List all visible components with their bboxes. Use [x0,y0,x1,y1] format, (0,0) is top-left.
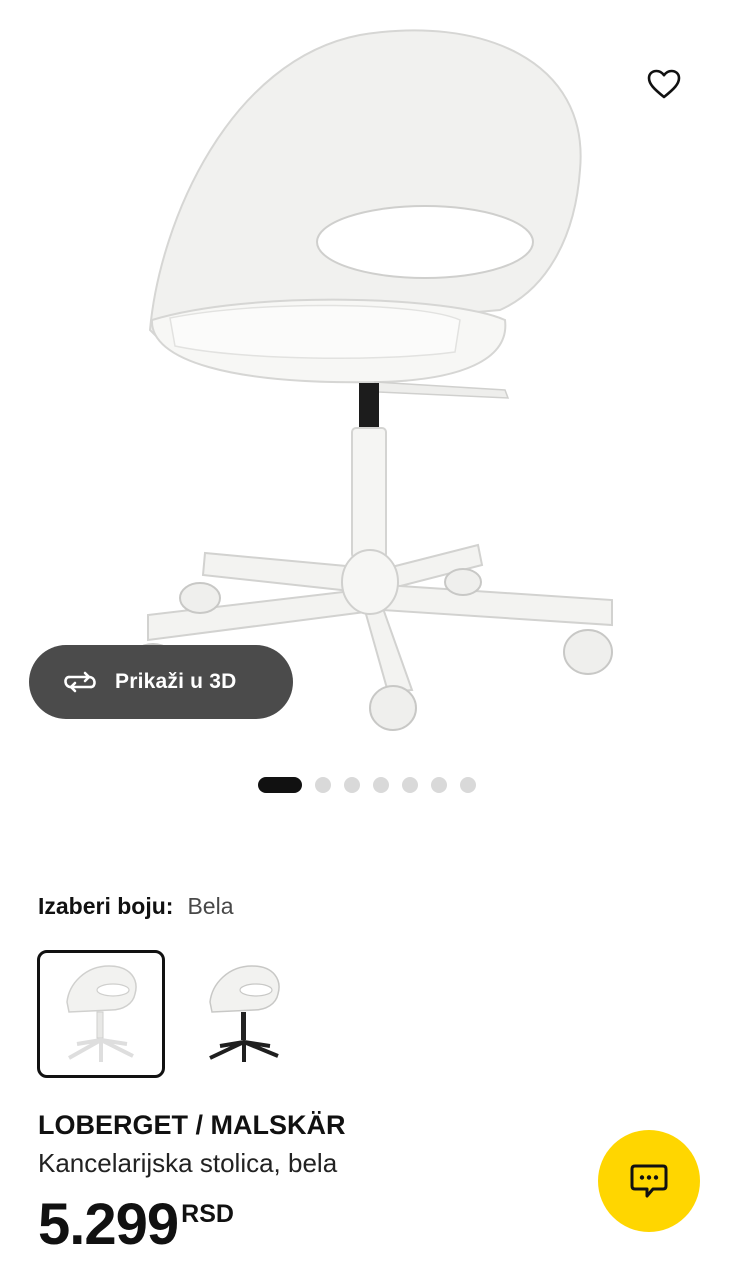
color-selector-label: Izaberi boju: Bela [38,893,234,920]
color-option-white[interactable] [37,950,165,1078]
heart-icon [647,69,681,99]
color-option-black[interactable] [180,950,308,1078]
gallery-dot-4[interactable] [373,777,389,793]
white-chair-thumbnail [66,965,137,1062]
chat-button[interactable] [598,1130,700,1232]
gallery-dot-2[interactable] [315,777,331,793]
product-name: LOBERGET / MALSKÄR [38,1110,346,1140]
view-3d-label: Prikaži u 3D [115,670,237,693]
gallery-dot-1[interactable] [258,777,302,793]
product-gallery[interactable]: Prikaži u 3D [0,0,737,760]
black-chair-thumbnail [209,965,280,1062]
chat-bubble-icon [630,1164,668,1198]
view-3d-button[interactable]: Prikaži u 3D [29,645,293,719]
price-amount: 5.299 [38,1192,179,1257]
gallery-dot-7[interactable] [460,777,476,793]
gallery-pagination[interactable] [258,777,476,793]
price-currency: RSD [181,1200,234,1228]
color-label: Izaberi boju: [38,893,174,919]
favorite-button[interactable] [636,56,692,112]
gallery-dot-6[interactable] [431,777,447,793]
gallery-dot-5[interactable] [402,777,418,793]
rotate-3d-icon [64,671,96,693]
gallery-dot-3[interactable] [344,777,360,793]
product-price: 5.299 RSD [38,1196,234,1254]
selected-color-value: Bela [187,893,234,919]
product-description: Kancelarijska stolica, bela [38,1148,338,1178]
